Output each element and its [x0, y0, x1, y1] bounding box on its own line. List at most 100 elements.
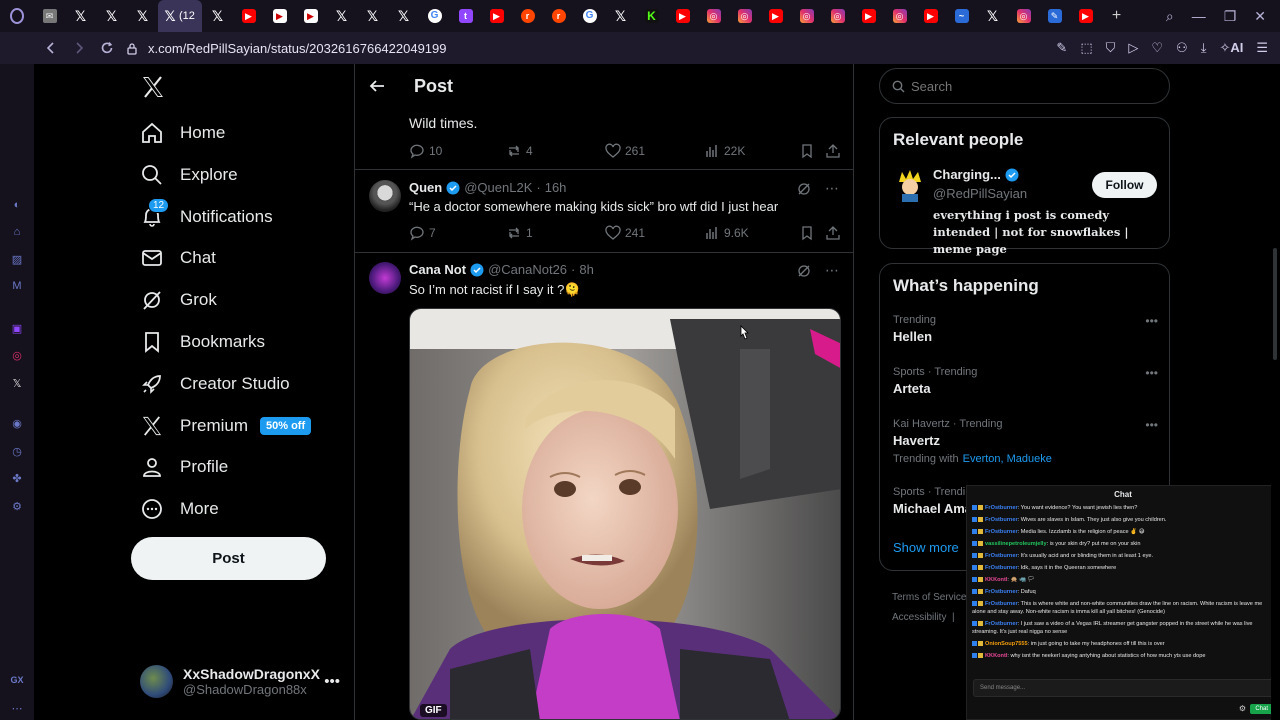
- heart-icon[interactable]: ♡: [1151, 40, 1163, 56]
- nav-item-bookmarks[interactable]: Bookmarks: [140, 322, 265, 362]
- messenger-icon[interactable]: ⌂: [9, 224, 25, 240]
- browser-tab[interactable]: ▶: [760, 0, 791, 32]
- browser-tab[interactable]: 𝕏 (12: [158, 0, 202, 32]
- browser-tab[interactable]: 𝕏: [977, 0, 1008, 32]
- reply-tweet[interactable]: Quen @QuenL2K · 16h ⋯ “He a doctor somew…: [355, 170, 853, 252]
- nav-item-grok[interactable]: Grok: [140, 280, 217, 320]
- author-handle[interactable]: @CanaNot26: [488, 262, 567, 277]
- browser-tab[interactable]: K: [636, 0, 667, 32]
- chat-username[interactable]: FrOstburner: [985, 565, 1018, 571]
- like-button[interactable]: 241: [605, 225, 645, 241]
- page-scrollbar[interactable]: [1271, 64, 1280, 720]
- browser-tab[interactable]: G: [419, 0, 450, 32]
- browser-tab[interactable]: 𝕏: [65, 0, 96, 32]
- avatar[interactable]: [896, 170, 924, 202]
- chat-username[interactable]: FrOstburner: [985, 601, 1018, 607]
- chat-username[interactable]: FrOstburner: [985, 621, 1018, 627]
- scroll-thumb[interactable]: [1273, 248, 1277, 360]
- nav-item-premium[interactable]: Premium 50% off: [140, 406, 312, 446]
- twitch-sidebar-icon[interactable]: ▣: [9, 320, 25, 336]
- settings-icon[interactable]: ⚙: [9, 498, 25, 514]
- more-icon[interactable]: •••: [1145, 314, 1158, 328]
- chat-username[interactable]: FrOstburner: [985, 517, 1018, 523]
- wallet-icon[interactable]: ▨: [9, 251, 25, 267]
- account-switcher[interactable]: XxShadowDragonxX @ShadowDragon88x •••: [140, 661, 340, 701]
- url-field[interactable]: x.com/RedPillSayian/status/2032616766422…: [126, 41, 447, 56]
- reply-button[interactable]: 10: [409, 143, 442, 159]
- browser-tab[interactable]: ◎: [1008, 0, 1039, 32]
- browser-tab[interactable]: ~: [946, 0, 977, 32]
- views-button[interactable]: 22K: [704, 143, 745, 159]
- tweet-time[interactable]: 16h: [545, 180, 567, 195]
- browser-tab[interactable]: 𝕏: [326, 0, 357, 32]
- instagram-sidebar-icon[interactable]: ◎: [9, 347, 25, 363]
- player-sidebar-icon[interactable]: ◉: [9, 415, 25, 431]
- bookmark-button[interactable]: [799, 225, 815, 241]
- grok-icon[interactable]: [797, 182, 811, 196]
- nav-item-more[interactable]: More: [140, 489, 219, 529]
- post-button[interactable]: Post: [131, 537, 326, 580]
- history-icon[interactable]: ◷: [9, 443, 25, 459]
- more-icon[interactable]: ⋯: [825, 180, 839, 197]
- show-more-link[interactable]: Show more: [893, 540, 959, 555]
- pin-icon[interactable]: ✎: [1056, 40, 1067, 56]
- trend-item[interactable]: Sports · Trending Arteta •••: [893, 366, 1158, 396]
- chat-input[interactable]: Send message...: [973, 679, 1275, 697]
- nav-item-home[interactable]: Home: [140, 113, 225, 153]
- search-box[interactable]: [879, 68, 1170, 104]
- grok-icon[interactable]: [797, 264, 811, 278]
- x-logo-icon[interactable]: [141, 76, 165, 98]
- browser-tab[interactable]: ◎: [729, 0, 760, 32]
- relevant-person-name[interactable]: Charging...: [933, 167, 1019, 182]
- chat-username[interactable]: FrOstburner: [985, 505, 1018, 511]
- avatar[interactable]: [369, 180, 401, 212]
- browser-tab[interactable]: ◎: [791, 0, 822, 32]
- repost-button[interactable]: 4: [506, 143, 533, 159]
- browser-tab[interactable]: r: [512, 0, 543, 32]
- chat-username[interactable]: vassilinepetroleumjelly: [985, 541, 1047, 547]
- chat-username[interactable]: OnionSoup7555: [985, 641, 1028, 647]
- browser-tab[interactable]: 𝕏: [357, 0, 388, 32]
- share-button[interactable]: [825, 225, 841, 241]
- trend-item[interactable]: Trending Hellen •••: [893, 314, 1158, 344]
- reply-button[interactable]: 7: [409, 225, 436, 241]
- mail-sidebar-icon[interactable]: M: [9, 278, 25, 294]
- nav-item-chat[interactable]: Chat: [140, 238, 216, 278]
- x-sidebar-icon[interactable]: 𝕏: [9, 375, 25, 391]
- more-icon[interactable]: •••: [1145, 366, 1158, 380]
- shield-icon[interactable]: ⛉: [1106, 40, 1116, 56]
- browser-tab[interactable]: ▶: [295, 0, 326, 32]
- browser-tab[interactable]: 𝕏: [388, 0, 419, 32]
- chat-send-button[interactable]: Chat: [1250, 704, 1273, 714]
- speed-dial-icon[interactable]: ◐: [9, 197, 25, 213]
- author-name[interactable]: Quen: [409, 180, 442, 195]
- browser-tab[interactable]: ✉: [34, 0, 65, 32]
- nav-item-creator-studio[interactable]: Creator Studio: [140, 364, 290, 404]
- menu-icon[interactable]: ☰: [1256, 40, 1268, 56]
- browser-tab[interactable]: ▶: [481, 0, 512, 32]
- browser-tab[interactable]: ▶: [915, 0, 946, 32]
- share-button[interactable]: [825, 143, 841, 159]
- browser-tab[interactable]: 𝕏: [96, 0, 127, 32]
- accessibility-link[interactable]: Accessibility: [892, 612, 946, 623]
- tweet-time[interactable]: 8h: [579, 262, 593, 277]
- chat-username[interactable]: FrOstburner: [985, 553, 1018, 559]
- back-arrow-icon[interactable]: [369, 78, 389, 94]
- nav-item-notifications[interactable]: 12 Notifications: [140, 197, 273, 237]
- sidebar-more-icon[interactable]: ⋯: [9, 700, 25, 716]
- browser-tab[interactable]: 𝕏: [202, 0, 233, 32]
- views-button[interactable]: 9.6K: [704, 225, 749, 241]
- forward-icon[interactable]: [72, 41, 86, 55]
- account-icon[interactable]: ⚇: [1176, 40, 1188, 56]
- nav-item-explore[interactable]: Explore: [140, 155, 238, 195]
- like-button[interactable]: 261: [605, 143, 645, 159]
- back-icon[interactable]: [44, 41, 58, 55]
- browser-tab[interactable]: ▶: [264, 0, 295, 32]
- opera-gx-logo-icon[interactable]: [0, 0, 34, 32]
- search-tabs-icon[interactable]: ⌕: [1166, 8, 1174, 25]
- browser-tab[interactable]: ▶: [233, 0, 264, 32]
- more-icon[interactable]: ⋯: [825, 262, 839, 279]
- download-icon[interactable]: ⤓: [1201, 40, 1207, 56]
- browser-tab[interactable]: 𝕏: [127, 0, 158, 32]
- terms-link[interactable]: Terms of Service: [892, 588, 966, 608]
